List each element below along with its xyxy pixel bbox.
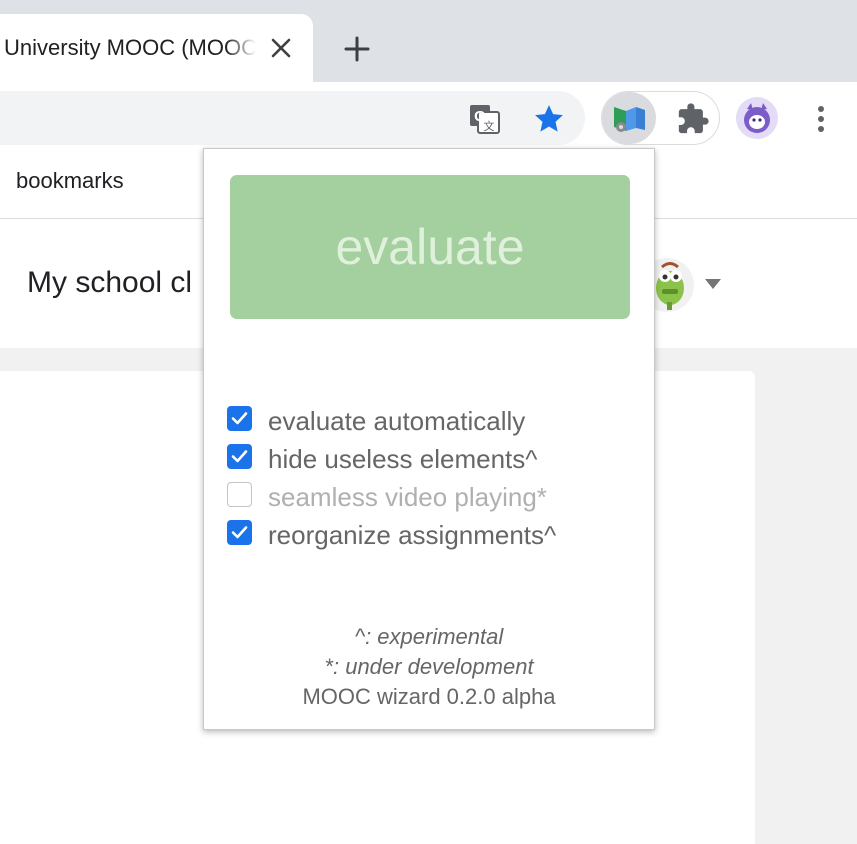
avatar-image bbox=[736, 97, 778, 139]
checkmark-icon bbox=[231, 526, 248, 539]
page-title: My school cl bbox=[27, 266, 193, 299]
extension-popup: evaluate evaluate automatically hide use… bbox=[203, 148, 655, 730]
option-label: hide useless elements^ bbox=[268, 444, 538, 474]
kebab-menu-icon[interactable] bbox=[810, 102, 832, 136]
mooc-wizard-icon bbox=[614, 107, 645, 132]
footnote-experimental: ^: experimental bbox=[354, 624, 504, 649]
checkbox-hide-useless-elements[interactable] bbox=[227, 444, 252, 469]
close-icon[interactable] bbox=[268, 35, 294, 61]
profile-avatar[interactable] bbox=[736, 97, 778, 139]
translate-icon[interactable]: G 文 bbox=[469, 104, 501, 134]
bookmarks-folder[interactable]: bookmarks bbox=[16, 168, 124, 194]
option-label: evaluate automatically bbox=[268, 406, 526, 436]
account-dropdown-caret-icon[interactable] bbox=[705, 279, 721, 289]
checkbox-reorganize-assignments[interactable] bbox=[227, 520, 252, 545]
option-label: seamless video playing* bbox=[268, 482, 547, 512]
footnote-under-development: *: under development bbox=[324, 654, 534, 679]
checkbox-evaluate-automatically[interactable] bbox=[227, 406, 252, 431]
checkmark-icon bbox=[231, 450, 248, 463]
svg-text:文: 文 bbox=[484, 119, 495, 133]
checkmark-icon bbox=[231, 412, 248, 425]
tab-title: University MOOC (MOOC) bbox=[4, 35, 256, 60]
bookmark-star-icon[interactable] bbox=[532, 102, 566, 136]
evaluate-button[interactable]: evaluate bbox=[230, 175, 630, 319]
new-tab-plus-icon[interactable] bbox=[343, 35, 371, 63]
version-label: MOOC wizard 0.2.0 alpha bbox=[302, 684, 556, 709]
option-label: reorganize assignments^ bbox=[268, 520, 557, 550]
checkbox-seamless-video-playing bbox=[227, 482, 252, 507]
extensions-puzzle-icon[interactable] bbox=[676, 102, 710, 136]
